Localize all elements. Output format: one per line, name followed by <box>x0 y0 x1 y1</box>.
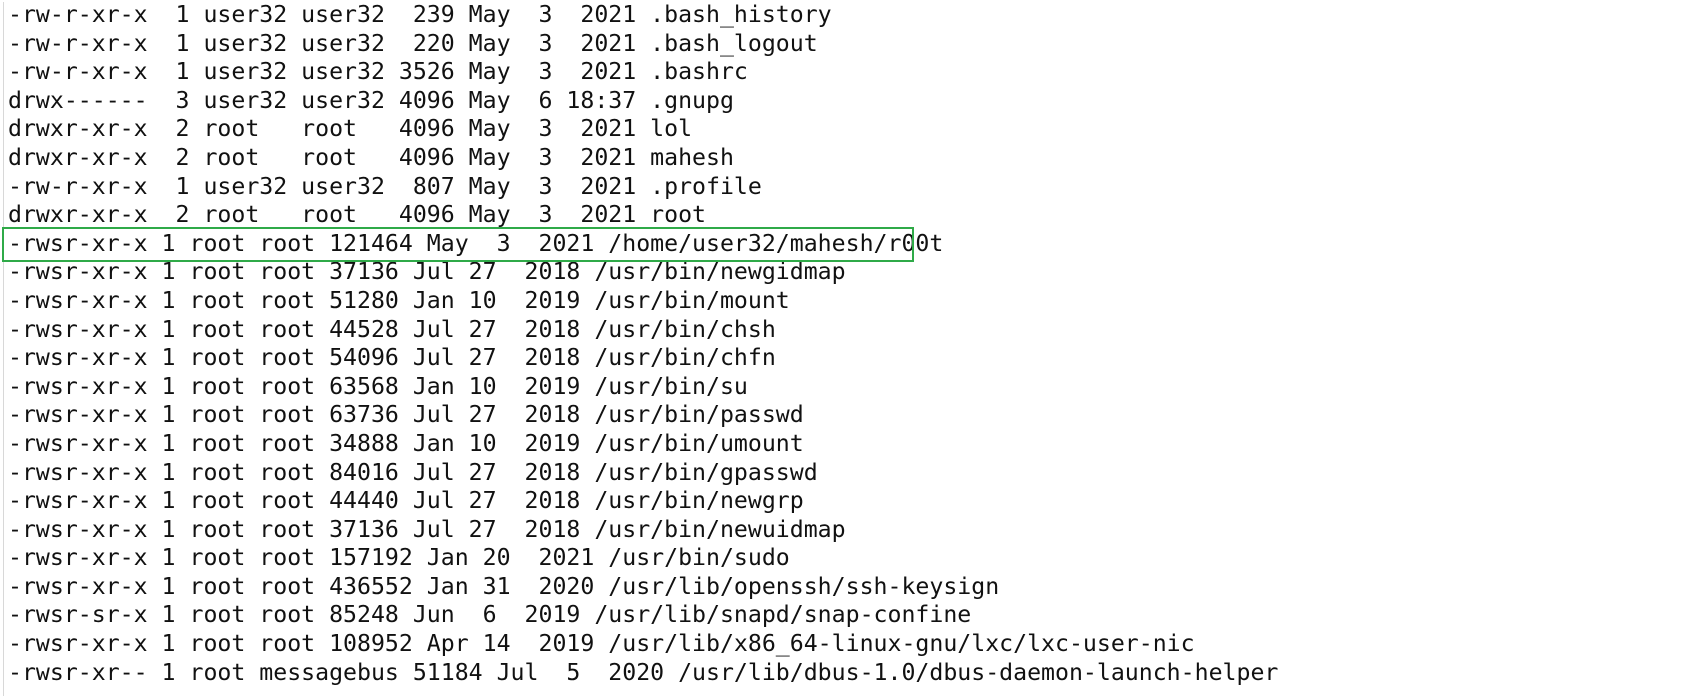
terminal-line: -rwsr-xr-x 1 root root 54096 Jul 27 2018… <box>8 344 776 372</box>
terminal-line: -rwsr-xr-x 1 root root 37136 Jul 27 2018… <box>8 258 846 286</box>
terminal-line: -rw-r-xr-x 1 user32 user32 239 May 3 202… <box>8 1 832 28</box>
terminal-line: drwxr-xr-x 2 root root 4096 May 3 2021 m… <box>8 143 734 171</box>
terminal-line: drwxr-xr-x 2 root root 4096 May 3 2021 r… <box>8 201 707 229</box>
terminal-line: -rwsr-xr-x 1 root root 63568 Jan 10 2019… <box>8 372 748 400</box>
terminal-line-highlighted: -rwsr-xr-x 1 root root 121464 May 3 2021… <box>8 229 944 257</box>
terminal-line: -rw-r-xr-x 1 user32 user32 807 May 3 202… <box>8 172 762 200</box>
terminal-line: -rw-r-xr-x 1 user32 user32 220 May 3 202… <box>8 29 818 57</box>
terminal-line: -rwsr-xr-x 1 root root 157192 Jan 20 202… <box>8 544 790 572</box>
terminal-line: -rwsr-xr-x 1 root root 34888 Jan 10 2019… <box>8 429 804 457</box>
terminal-line: -rwsr-xr-x 1 root root 63736 Jul 27 2018… <box>8 401 804 429</box>
terminal-line: -rwsr-xr-- 1 root messagebus 51184 Jul 5… <box>8 658 1279 686</box>
terminal-lines: -rw-r-xr-x 1 user32 user32 239 May 3 202… <box>8 1 1278 687</box>
terminal-line: -rwsr-xr-x 1 root root 37136 Jul 27 2018… <box>8 515 846 543</box>
terminal-line: -rwsr-xr-x 1 root root 44440 Jul 27 2018… <box>8 487 804 515</box>
terminal-line: -rwsr-sr-x 1 root root 85248 Jun 6 2019 … <box>8 601 972 629</box>
terminal-line: -rw-r-xr-x 1 user32 user32 3526 May 3 20… <box>8 58 748 86</box>
terminal-line: -rwsr-xr-x 1 root root 44528 Jul 27 2018… <box>8 315 776 343</box>
terminal-left-border <box>3 0 4 696</box>
terminal-line: -rwsr-xr-x 1 root root 108952 Apr 14 201… <box>8 630 1195 658</box>
terminal-line: drwx------ 3 user32 user32 4096 May 6 18… <box>8 86 734 114</box>
terminal-line: -rwsr-xr-x 1 root root 436552 Jan 31 202… <box>8 572 1000 600</box>
terminal-line: drwxr-xr-x 2 root root 4096 May 3 2021 l… <box>8 115 693 143</box>
top-edge <box>0 0 1695 2</box>
terminal-line: -rwsr-xr-x 1 root root 51280 Jan 10 2019… <box>8 286 790 314</box>
terminal-output: -rw-r-xr-x 1 user32 user32 239 May 3 202… <box>0 0 1695 696</box>
terminal-line: -rwsr-xr-x 1 root root 84016 Jul 27 2018… <box>8 458 818 486</box>
